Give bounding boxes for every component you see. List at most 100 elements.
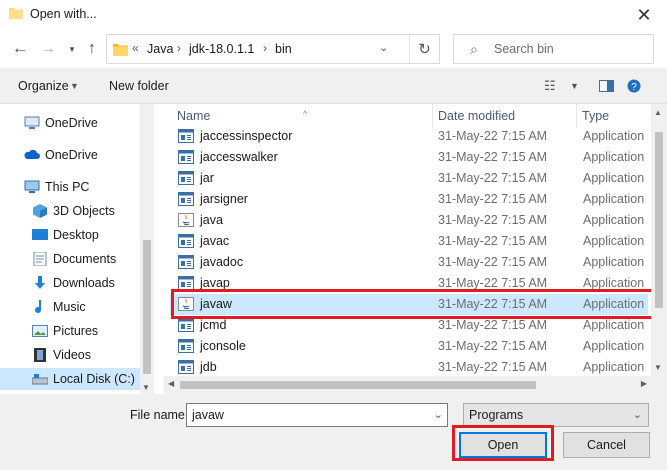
column-header-type[interactable]: Type (576, 104, 656, 128)
app-icon (178, 234, 194, 248)
column-header-name[interactable]: ^ Name (170, 104, 432, 128)
file-row[interactable]: jar 31-May-22 7:15 AM Application (170, 168, 648, 189)
back-arrow-icon[interactable]: ← (10, 39, 30, 59)
file-date-modified: 31-May-22 7:15 AM (438, 150, 548, 164)
sidebar-item-documents[interactable]: Documents (0, 248, 140, 270)
file-row[interactable]: jconsole 31-May-22 7:15 AM Application (170, 336, 648, 357)
navigation-bar: ← → ▾ ↑ « Java › jdk-18.0.1.1 › bin ⌄ ↻ … (0, 30, 667, 68)
file-name-field[interactable]: javaw ⌄ (186, 403, 448, 427)
up-arrow-icon[interactable]: ↑ (82, 39, 102, 59)
videos-icon (34, 348, 46, 362)
scroll-up-icon[interactable]: ▲ (654, 108, 662, 117)
column-header-date[interactable]: Date modified (432, 104, 576, 128)
file-type-filter[interactable]: Programs ⌄ (463, 403, 649, 427)
file-row[interactable]: jaccesswalker 31-May-22 7:15 AM Applicatio… (170, 147, 648, 168)
file-row[interactable]: jcmd 31-May-22 7:15 AM Application (170, 315, 648, 336)
address-bar[interactable]: « Java › jdk-18.0.1.1 › bin ⌄ ↻ (106, 34, 440, 64)
sidebar-item-label: This PC (45, 180, 90, 194)
scroll-down-icon[interactable]: ▼ (654, 363, 662, 372)
scroll-left-icon[interactable]: ◀ (168, 379, 174, 388)
sidebar-item-videos[interactable]: Videos (0, 344, 140, 366)
cloud-icon (24, 149, 40, 159)
sidebar-item-pictures[interactable]: Pictures (0, 320, 140, 342)
file-row[interactable]: javac 31-May-22 7:15 AM Application (170, 231, 648, 252)
file-row[interactable]: jaccessinspector 31-May-22 7:15 AM Applica… (170, 126, 648, 147)
file-row[interactable]: jdb 31-May-22 7:15 AM Application (170, 357, 648, 378)
sidebar-item-music[interactable]: Music (0, 296, 140, 318)
file-date-modified: 31-May-22 7:15 AM (438, 192, 548, 206)
horizontal-scrollbar[interactable]: ◀ ▶ (164, 376, 651, 394)
scroll-down-icon[interactable]: ▼ (142, 383, 150, 392)
app-icon (178, 318, 194, 332)
chevron-right-icon[interactable]: › (263, 41, 267, 55)
sidebar-item-label: OneDrive (45, 116, 98, 130)
recent-locations-icon[interactable]: ▾ (62, 39, 82, 59)
file-type: Application (583, 129, 645, 143)
sidebar-item-label: Music (53, 300, 86, 314)
file-date-modified: 31-May-22 7:15 AM (438, 171, 548, 185)
sidebar-item-label: Pictures (53, 324, 99, 338)
file-name: jcmd (200, 318, 227, 332)
breadcrumb-java[interactable]: Java (147, 42, 173, 56)
chevron-right-icon[interactable]: › (177, 41, 181, 55)
cancel-button[interactable]: Cancel (563, 432, 650, 458)
file-date-modified: 31-May-22 7:15 AM (438, 234, 548, 248)
file-name: jarsigner (200, 192, 248, 206)
file-row[interactable]: java 31-May-22 7:15 AM Application (170, 210, 648, 231)
file-name: jaccessinspector (200, 129, 293, 143)
file-row[interactable]: javaw 31-May-22 7:15 AM Application (170, 294, 648, 315)
file-name: jaccesswalker (200, 150, 278, 164)
scrollbar-thumb[interactable] (655, 132, 663, 308)
chevron-down-icon[interactable]: ⌄ (379, 41, 388, 54)
file-type: Application (583, 255, 645, 269)
chevron-down-icon[interactable]: ⌄ (434, 408, 443, 421)
open-button[interactable]: Open (459, 432, 547, 458)
file-type: Application (583, 339, 645, 353)
breadcrumb-overflow[interactable]: « (132, 41, 139, 55)
sidebar-item-3d-objects[interactable]: 3D Objects (0, 200, 140, 222)
sidebar-scrollbar[interactable]: ▼ (140, 104, 154, 394)
file-row[interactable]: javadoc 31-May-22 7:15 AM Application (170, 252, 648, 273)
sidebar-item-this-pc[interactable]: This PC (0, 176, 140, 198)
file-name: jconsole (200, 339, 246, 353)
file-type: Application (583, 234, 645, 248)
sidebar-item-onedrive-1[interactable]: OneDrive (0, 112, 140, 134)
sidebar-item-downloads[interactable]: Downloads (0, 272, 140, 294)
pc-icon (24, 180, 40, 193)
file-name: javaw (200, 297, 232, 311)
new-folder-button[interactable]: New folder (109, 79, 169, 93)
file-name-value[interactable]: javaw (192, 408, 224, 422)
chevron-down-icon[interactable]: ⌄ (633, 408, 642, 421)
close-icon[interactable]: ✕ (621, 0, 667, 30)
search-input[interactable]: ⌕ Search bin (453, 34, 654, 64)
help-icon[interactable]: ? (627, 79, 641, 93)
scrollbar-corner (651, 376, 667, 394)
breadcrumb-jdk[interactable]: jdk-18.0.1.1 (189, 42, 254, 56)
file-type: Application (583, 171, 645, 185)
drive-icon (32, 374, 48, 385)
file-row[interactable]: jarsigner 31-May-22 7:15 AM Application (170, 189, 648, 210)
sidebar-item-desktop[interactable]: Desktop (0, 224, 140, 246)
pictures-icon (32, 325, 48, 337)
file-date-modified: 31-May-22 7:15 AM (438, 339, 548, 353)
chevron-down-icon[interactable]: ▼ (570, 81, 579, 91)
scroll-right-icon[interactable]: ▶ (641, 379, 647, 388)
file-date-modified: 31-May-22 7:15 AM (438, 255, 548, 269)
sort-ascending-icon: ^ (303, 109, 308, 119)
chevron-down-icon[interactable]: ▼ (70, 81, 79, 91)
forward-arrow-icon[interactable]: → (38, 39, 58, 59)
breadcrumb-bin[interactable]: bin (275, 42, 292, 56)
java-icon (178, 213, 194, 227)
preview-pane-icon[interactable] (599, 80, 614, 92)
sidebar-item-onedrive-2[interactable]: OneDrive (0, 144, 140, 166)
sidebar-item-local-disk[interactable]: Local Disk (C:) (0, 368, 140, 390)
refresh-icon[interactable]: ↻ (409, 35, 439, 63)
view-options-icon[interactable]: ☷ (544, 78, 556, 94)
file-row[interactable]: javap 31-May-22 7:15 AM Application (170, 273, 648, 294)
scrollbar-thumb[interactable] (180, 381, 536, 389)
scrollbar-thumb[interactable] (143, 240, 151, 374)
file-type: Application (583, 213, 645, 227)
file-list-scrollbar[interactable]: ▲ ▼ (651, 104, 667, 376)
organize-button[interactable]: Organize (18, 79, 69, 93)
app-icon (178, 171, 194, 185)
